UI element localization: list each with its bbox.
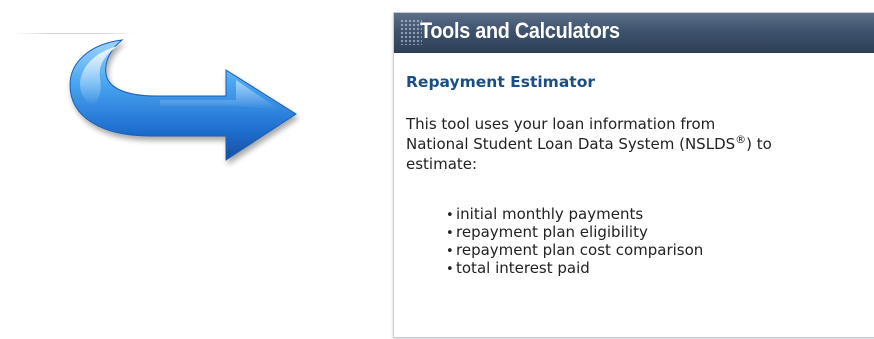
- description-line-2-end: ) to: [746, 135, 772, 153]
- screenshot-stage: Tools and Calculators Repayment Estimato…: [0, 0, 874, 339]
- tool-description: This tool uses your loan information fro…: [406, 114, 874, 174]
- description-line-2-text: National Student Loan Data System (NSLDS: [406, 135, 736, 153]
- list-item: total interest paid: [446, 260, 703, 278]
- repayment-estimator-link[interactable]: Repayment Estimator: [406, 73, 595, 91]
- registered-mark: ®: [735, 133, 747, 146]
- tools-calculators-panel: Tools and Calculators Repayment Estimato…: [393, 12, 874, 338]
- description-line-2: National Student Loan Data System (NSLDS…: [406, 134, 874, 154]
- list-item: repayment plan eligibility: [446, 224, 703, 242]
- dot-grid-icon: [400, 19, 422, 45]
- list-item: repayment plan cost comparison: [446, 242, 703, 260]
- panel-header: Tools and Calculators: [394, 13, 874, 53]
- panel-title: Tools and Calculators: [420, 18, 620, 43]
- list-item: initial monthly payments: [446, 206, 703, 224]
- feature-list: initial monthly payments repayment plan …: [446, 206, 703, 278]
- curved-arrow-right-icon: [69, 39, 297, 161]
- description-line-3: estimate:: [406, 155, 478, 173]
- description-line-1: This tool uses your loan information fro…: [406, 115, 716, 133]
